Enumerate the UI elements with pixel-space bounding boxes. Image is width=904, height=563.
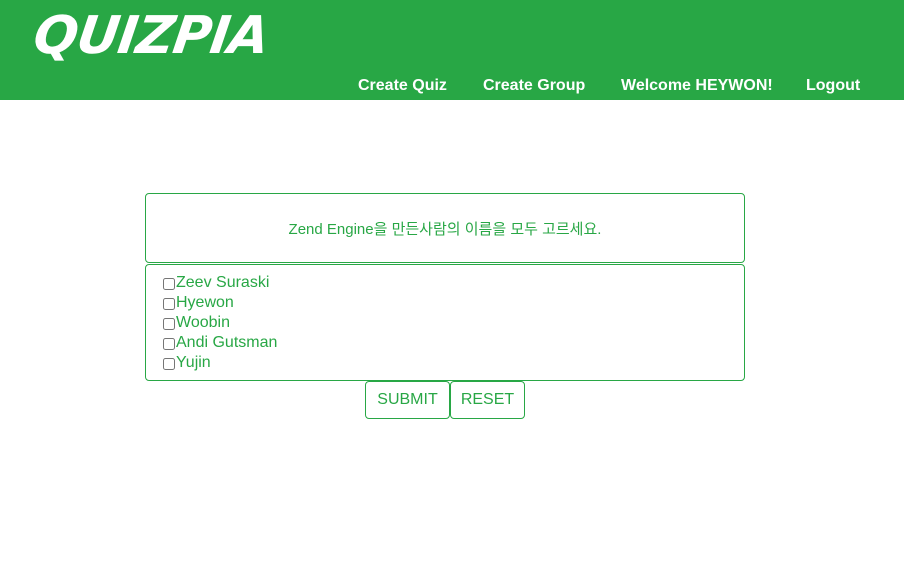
option-checkbox[interactable] [163,318,175,330]
option-checkbox[interactable] [163,338,175,350]
option-item[interactable]: Zeev Suraski [163,273,744,293]
question-box: Zend Engine을 만든사람의 이름을 모두 고르세요. [145,193,745,263]
option-label: Woobin [176,314,230,331]
option-label: Hyewon [176,294,234,311]
nav-logout[interactable]: Logout [806,76,860,96]
nav-welcome-user[interactable]: Welcome HEYWON! [621,76,773,96]
option-checkbox[interactable] [163,298,175,310]
question-text: Zend Engine을 만든사람의 이름을 모두 고르세요. [288,220,602,238]
nav-create-quiz[interactable]: Create Quiz [358,76,447,96]
option-item[interactable]: Yujin [163,353,744,373]
option-item[interactable]: Andi Gutsman [163,333,744,353]
option-label: Yujin [176,354,211,371]
option-label: Zeev Suraski [176,274,270,291]
option-checkbox[interactable] [163,278,175,290]
option-checkbox[interactable] [163,358,175,370]
option-item[interactable]: Hyewon [163,293,744,313]
main-nav: Create Quiz Create Group Welcome HEYWON!… [0,76,904,98]
app-logo[interactable]: QUIZPIA [30,4,273,68]
option-item[interactable]: Woobin [163,313,744,333]
submit-button[interactable]: SUBMIT [365,381,450,419]
header-bar: QUIZPIA Create Quiz Create Group Welcome… [0,0,904,100]
nav-create-group[interactable]: Create Group [483,76,585,96]
option-label: Andi Gutsman [176,334,278,351]
options-box: Zeev Suraski Hyewon Woobin Andi Gutsman … [145,264,745,381]
reset-button[interactable]: RESET [450,381,525,419]
